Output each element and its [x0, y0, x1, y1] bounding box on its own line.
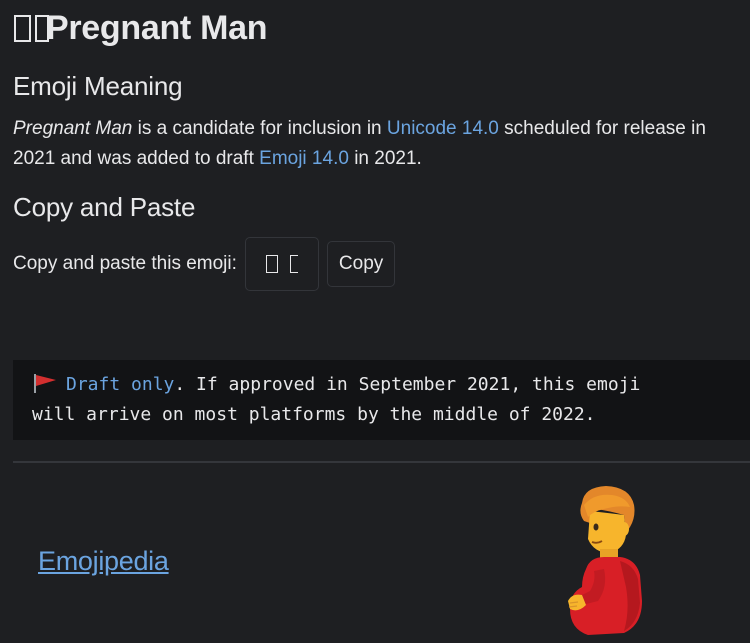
- emojipedia-logo-link[interactable]: Emojipedia: [38, 546, 169, 577]
- unrendered-emoji-glyph: [14, 14, 49, 42]
- unicode-version-link[interactable]: Unicode 14.0: [387, 118, 499, 139]
- copy-paste-row: Copy and paste this emoji: Copy: [13, 236, 396, 292]
- draft-notice-text: will arrive on most platforms by the mid…: [32, 404, 596, 425]
- copy-paste-label: Copy and paste this emoji:: [13, 253, 237, 274]
- draft-notice: Draft only. If approved in September 202…: [13, 360, 750, 440]
- copy-and-paste-heading: Copy and Paste: [13, 192, 196, 222]
- emoji-name: Pregnant Man: [13, 118, 133, 139]
- emoji-copy-field[interactable]: [244, 237, 319, 291]
- draft-only-link[interactable]: Draft only: [66, 374, 174, 395]
- emoji-meaning-text: Pregnant Man is a candidate for inclusio…: [13, 114, 750, 174]
- meaning-text-part: is a candidate for inclusion in: [132, 118, 387, 139]
- copy-button[interactable]: Copy: [326, 241, 396, 287]
- page-title-text: Pregnant Man: [46, 9, 268, 47]
- unrendered-glyph: [289, 255, 298, 273]
- page-title: Pregnant Man: [14, 6, 268, 50]
- meaning-text-part: scheduled for release in: [498, 118, 706, 139]
- pregnant-man-emoji-image: [568, 486, 642, 635]
- meaning-text-part: 2021 and was added to draft: [13, 148, 260, 169]
- divider: [13, 461, 750, 463]
- meaning-text-part: in 2021.: [348, 148, 422, 169]
- emoji-version-link[interactable]: Emoji 14.0: [259, 148, 349, 169]
- draft-notice-text: . If approved in September 2021, this em…: [174, 374, 641, 395]
- triangular-flag-icon: [34, 374, 56, 393]
- emoji-meaning-heading: Emoji Meaning: [13, 71, 183, 101]
- unrendered-glyph: [265, 255, 278, 273]
